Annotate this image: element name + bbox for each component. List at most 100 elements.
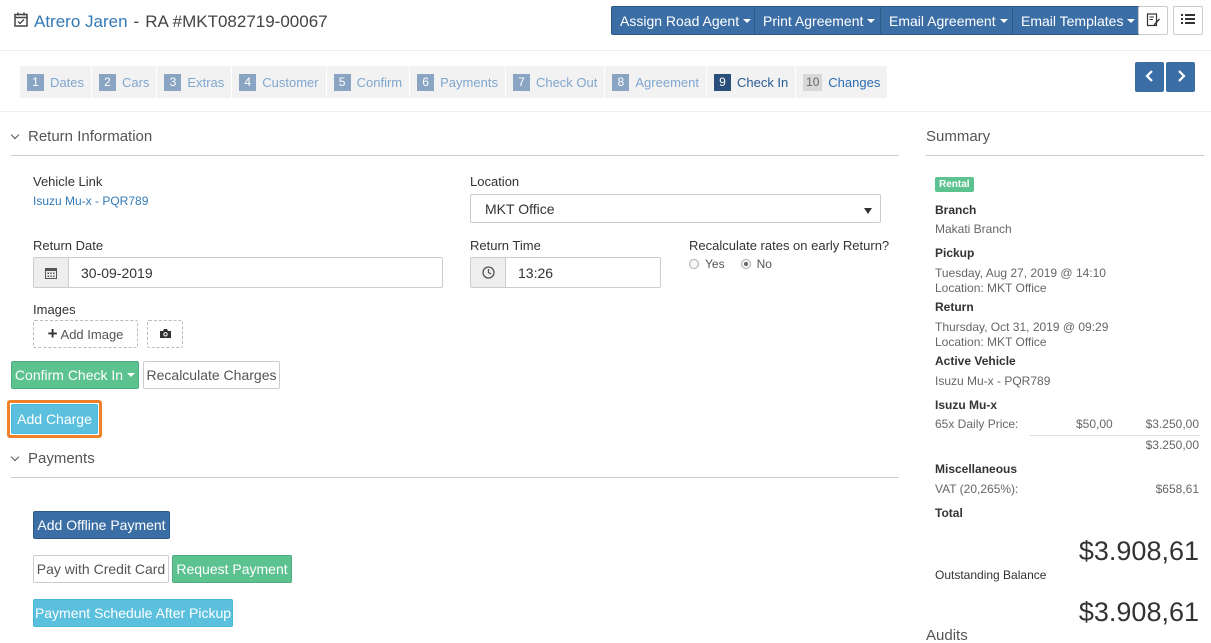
step-label: Changes xyxy=(828,74,881,90)
radio-yes[interactable] xyxy=(689,259,699,269)
add-offline-payment-button[interactable]: Add Offline Payment xyxy=(33,511,170,539)
pickup-location: Location: MKT Office xyxy=(935,281,1047,295)
request-payment-button[interactable]: Request Payment xyxy=(172,555,292,583)
clock-icon xyxy=(471,258,506,287)
daily-total: $3.250,00 xyxy=(1145,417,1199,431)
step-label: Agreement xyxy=(635,74,699,90)
next-step-button[interactable] xyxy=(1166,62,1195,92)
step-number: 9 xyxy=(713,73,731,91)
pickup-label: Pickup xyxy=(935,246,975,260)
total-value: $3.908,61 xyxy=(1078,536,1199,566)
active-vehicle-value: Isuzu Mu-x - PQR789 xyxy=(935,374,1051,388)
step-label: Check Out xyxy=(535,74,598,90)
print-agreement-button[interactable]: Print Agreement xyxy=(754,6,885,35)
step-dates[interactable]: 1 Dates xyxy=(20,66,92,98)
return-date-value: 30-09-2019 xyxy=(81,264,153,281)
return-info-toggle[interactable]: Return Information xyxy=(10,128,152,145)
return-location: Location: MKT Office xyxy=(935,335,1047,349)
return-date-field[interactable]: 30-09-2019 xyxy=(33,257,443,288)
summary-divider xyxy=(926,155,1204,156)
chevron-down-icon xyxy=(10,130,20,139)
branch-label: Branch xyxy=(935,203,977,217)
step-number: 5 xyxy=(333,73,351,91)
vat-label: VAT (20,265%): xyxy=(935,482,1019,496)
radio-no[interactable] xyxy=(740,259,751,269)
edit-document-button[interactable] xyxy=(1138,6,1168,35)
location-select[interactable]: MKT Office xyxy=(470,194,881,223)
email-templates-label: Email Templates xyxy=(1021,12,1124,29)
list-view-button[interactable] xyxy=(1173,6,1203,35)
add-image-button[interactable]: + Add Image xyxy=(33,320,138,348)
location-value: MKT Office xyxy=(485,200,555,217)
confirm-check-in-label: Confirm Check In xyxy=(14,367,124,383)
step-label: Cars xyxy=(121,74,150,90)
calendar-icon xyxy=(34,258,69,287)
vehicle-subtotal: $3.250,00 xyxy=(1145,438,1199,452)
email-agreement-button[interactable]: Email Agreement xyxy=(880,6,1017,35)
step-label: Extras xyxy=(187,74,225,90)
step-label: Check In xyxy=(736,74,789,90)
section-divider xyxy=(11,155,899,156)
line-divider xyxy=(1030,435,1200,436)
email-templates-button[interactable]: Email Templates xyxy=(1012,6,1145,35)
calendar-check-icon xyxy=(14,12,28,32)
add-image-label: Add Image xyxy=(60,326,124,342)
return-label: Return xyxy=(935,300,974,314)
misc-label: Miscellaneous xyxy=(935,462,1018,476)
chevron-down-icon xyxy=(10,452,20,461)
summary-title: Summary xyxy=(926,128,991,145)
vehicle-link-label: Vehicle Link xyxy=(33,174,103,189)
step-label: Confirm xyxy=(356,74,403,90)
step-number: 2 xyxy=(98,73,116,91)
step-extras[interactable]: 3 Extras xyxy=(157,66,233,98)
add-charge-button[interactable]: Add Charge xyxy=(11,404,98,434)
payments-toggle[interactable]: Payments xyxy=(10,450,95,467)
caret-down-icon xyxy=(999,18,1008,23)
title-separator: - xyxy=(133,12,140,31)
step-number: 8 xyxy=(612,73,630,91)
header-divider xyxy=(0,50,1211,51)
step-changes[interactable]: 10 Changes xyxy=(796,66,889,98)
return-time-label: Return Time xyxy=(470,238,541,253)
step-number: 3 xyxy=(164,73,182,91)
branch-value: Makati Branch xyxy=(935,222,1012,236)
payment-schedule-button[interactable]: Payment Schedule After Pickup xyxy=(33,599,233,627)
step-customer[interactable]: 4 Customer xyxy=(232,66,327,98)
vehicle-link[interactable]: Isuzu Mu-x - PQR789 xyxy=(33,194,148,208)
step-number: 4 xyxy=(239,73,257,91)
email-agreement-label: Email Agreement xyxy=(889,12,996,29)
recalculate-charges-button[interactable]: Recalculate Charges xyxy=(143,361,280,389)
recalculate-charges-label: Recalculate Charges xyxy=(146,367,277,383)
camera-button[interactable] xyxy=(147,320,183,348)
vat-value: $658,61 xyxy=(1155,482,1199,496)
step-check-out[interactable]: 7 Check Out xyxy=(506,66,606,98)
step-agreement[interactable]: 8 Agreement xyxy=(605,66,707,98)
request-payment-label: Request Payment xyxy=(176,561,288,577)
pay-credit-card-button[interactable]: Pay with Credit Card xyxy=(33,555,169,583)
return-date-label: Return Date xyxy=(33,238,104,253)
daily-rate: $50,00 xyxy=(1076,417,1113,431)
prev-step-button[interactable] xyxy=(1135,62,1164,92)
confirm-check-in-button[interactable]: Confirm Check In xyxy=(11,361,139,389)
edit-document-icon xyxy=(1146,12,1161,30)
add-charge-label: Add Charge xyxy=(17,411,92,427)
chevron-left-icon xyxy=(1144,69,1155,85)
assign-road-agent-button[interactable]: Assign Road Agent xyxy=(611,6,761,35)
step-cars[interactable]: 2 Cars xyxy=(92,66,158,98)
daily-price-label: 65x Daily Price: xyxy=(935,417,1019,431)
step-number: 6 xyxy=(417,73,435,91)
caret-down-icon xyxy=(127,373,136,377)
step-check-in[interactable]: 9 Check In xyxy=(707,66,797,98)
step-payments[interactable]: 6 Payments xyxy=(410,66,506,98)
customer-name-link[interactable]: Atrero Jaren xyxy=(34,12,128,32)
caret-down-icon xyxy=(743,18,752,23)
step-confirm[interactable]: 5 Confirm xyxy=(327,66,411,98)
vehicle-name: Isuzu Mu-x xyxy=(935,398,997,412)
audits-title: Audits xyxy=(926,627,968,643)
dropdown-arrow-icon xyxy=(864,201,872,217)
payment-schedule-label: Payment Schedule After Pickup xyxy=(34,605,232,621)
return-time-field[interactable]: 13:26 xyxy=(470,257,661,288)
pay-credit-card-label: Pay with Credit Card xyxy=(36,561,166,577)
radio-yes-label: Yes xyxy=(705,257,725,271)
outstanding-label: Outstanding Balance xyxy=(935,568,1047,582)
